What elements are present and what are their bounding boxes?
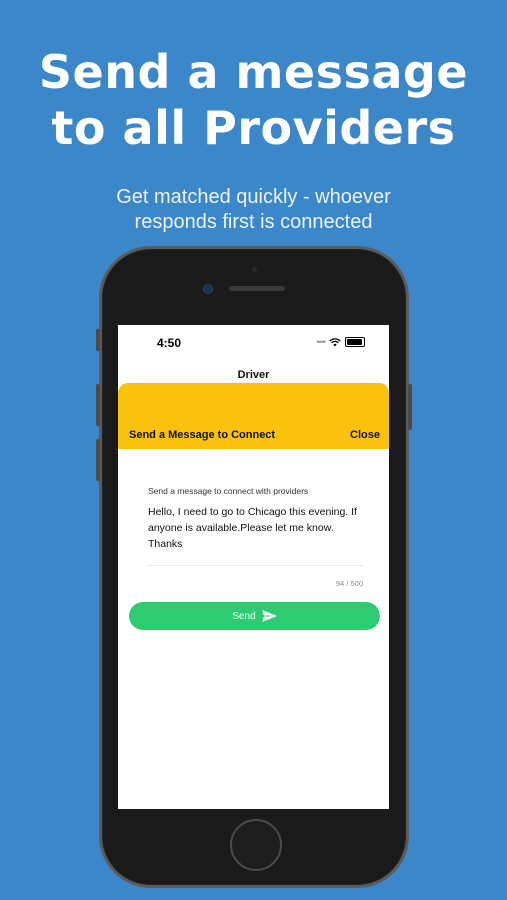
subline-line-1: Get matched quickly - whoever: [116, 186, 391, 208]
subline-line-2: responds first is connected: [134, 211, 373, 233]
close-button[interactable]: Close: [350, 429, 380, 441]
mute-switch: [96, 329, 100, 351]
phone-screen: 4:50 •••• Driver Send a Message to Conne…: [118, 325, 389, 809]
nav-title: Driver: [237, 369, 270, 381]
sheet-title: Send a Message to Connect: [129, 429, 276, 441]
message-field-underline: [146, 565, 364, 566]
status-time: 4:50: [157, 336, 182, 350]
front-camera-icon: [203, 284, 213, 294]
battery-icon: [345, 337, 365, 347]
paper-plane-icon: [261, 610, 277, 622]
message-input[interactable]: Hello, I need to go to Chicago this even…: [148, 504, 368, 552]
send-button[interactable]: Send: [129, 602, 380, 630]
headline-line-1: Send a message: [38, 45, 469, 99]
power-button: [408, 384, 412, 430]
promo-subline: Get matched quickly - whoever responds f…: [0, 185, 507, 235]
sensor-dot: [252, 267, 257, 272]
sheet-header: Send a Message to Connect Close: [118, 383, 389, 449]
volume-up-button: [96, 384, 100, 426]
status-bar: 4:50 ••••: [118, 325, 389, 357]
headline-line-2: to all Providers: [51, 101, 456, 155]
status-icons: ••••: [316, 337, 365, 347]
signal-dots-icon: ••••: [316, 337, 326, 347]
earpiece-speaker: [229, 286, 285, 291]
promo-headline: Send a message to all Providers: [0, 44, 507, 156]
wifi-icon: [329, 337, 341, 346]
message-field-label: Send a message to connect with providers: [148, 486, 309, 496]
home-button[interactable]: [230, 819, 282, 871]
character-counter: 94 / 500: [335, 579, 363, 588]
volume-down-button: [96, 439, 100, 481]
send-button-label: Send: [232, 610, 256, 622]
